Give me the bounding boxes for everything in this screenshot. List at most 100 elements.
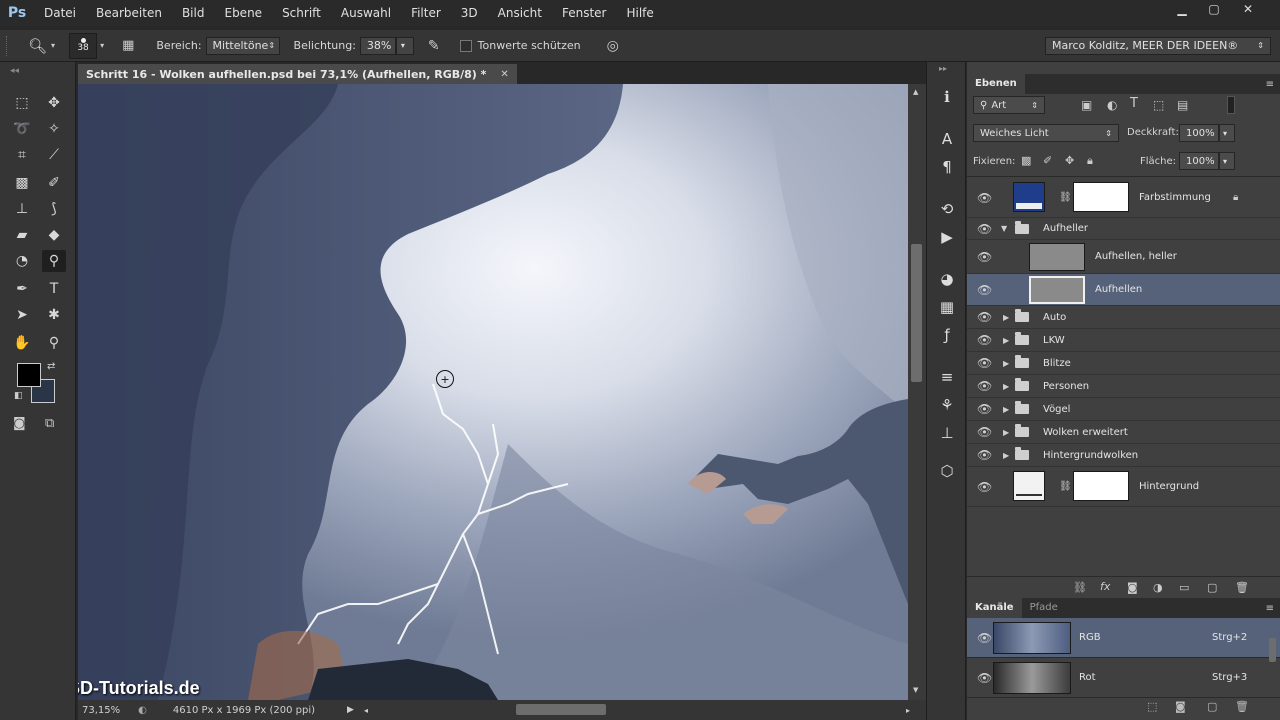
status-info-icon[interactable]: ◐ xyxy=(138,705,147,716)
visibility-eye-icon[interactable]: 👁︎ xyxy=(977,333,992,347)
menu-fenster[interactable]: Fenster xyxy=(552,0,617,26)
visibility-eye-icon[interactable]: 👁︎ xyxy=(977,250,992,264)
dodge-tool-button-icon[interactable]: ⚲ xyxy=(42,250,66,272)
layer-row-blitze[interactable]: 👁︎ ▶ Blitze xyxy=(967,352,1280,375)
fx-icon[interactable]: fx xyxy=(1100,580,1110,593)
channels-scroll-thumb[interactable] xyxy=(1269,638,1276,662)
blend-mode-select[interactable]: Weiches Licht ⇕ xyxy=(973,124,1119,142)
stamp-tool-icon[interactable]: ⊥ xyxy=(10,198,34,220)
filter-type-icon[interactable]: T xyxy=(1130,96,1138,111)
restore-icon[interactable]: ▢ xyxy=(1198,0,1230,18)
layer-row-aufheller[interactable]: 👁︎ ▼ Aufheller xyxy=(967,218,1280,240)
toolbox-collapse-icon[interactable]: ◂◂ xyxy=(10,66,19,76)
path-select-tool-icon[interactable]: ➤ xyxy=(10,304,34,326)
filter-smartobject-icon[interactable]: ▤ xyxy=(1177,98,1188,112)
mask-link-icon[interactable]: ⛓ xyxy=(1059,481,1072,492)
menu-filter[interactable]: Filter xyxy=(401,0,451,26)
protect-tones-checkbox[interactable] xyxy=(459,39,472,52)
character-panel-icon[interactable]: A xyxy=(935,128,959,150)
group-collapsed-icon[interactable]: ▶ xyxy=(1003,382,1009,391)
info-panel-icon[interactable]: ℹ xyxy=(935,86,959,108)
history-panel-icon[interactable]: ⟲ xyxy=(935,198,959,220)
group-collapsed-icon[interactable]: ▶ xyxy=(1003,359,1009,368)
eyedropper-tool-icon[interactable]: ⟋ xyxy=(42,144,66,166)
fill-dropdown[interactable]: ▾ xyxy=(1219,152,1235,170)
brush-tool-icon[interactable]: ✐ xyxy=(42,172,66,194)
brush-size-picker[interactable]: 38 xyxy=(69,32,98,59)
hscroll-left-icon[interactable]: ◂ xyxy=(364,706,368,715)
exposure-input[interactable]: 38% xyxy=(359,36,396,55)
healing-tool-icon[interactable]: ▩ xyxy=(10,172,34,194)
swap-colors-icon[interactable]: ⇄ xyxy=(47,361,55,372)
filter-toggle-switch[interactable] xyxy=(1227,96,1235,114)
screen-mode-icon[interactable]: ⧉ xyxy=(45,416,54,431)
menu-schrift[interactable]: Schrift xyxy=(272,0,331,26)
visibility-eye-icon[interactable]: 👁︎ xyxy=(977,448,992,462)
canvas[interactable]: + PSD-Tutorials.de xyxy=(78,84,908,700)
close-icon[interactable]: ✕ xyxy=(1232,0,1264,18)
styles-panel-icon[interactable]: ƒ xyxy=(935,324,959,346)
filter-adjustment-icon[interactable]: ◐ xyxy=(1107,98,1117,112)
layer-row-hintergrund[interactable]: 👁︎ ⛓ Hintergrund xyxy=(967,467,1280,507)
layer-row-hintergrundwolken[interactable]: 👁︎ ▶ Hintergrundwolken xyxy=(967,444,1280,467)
save-selection-icon[interactable]: ◙ xyxy=(1175,700,1186,713)
visibility-eye-icon[interactable]: 👁︎ xyxy=(977,631,992,645)
layer-row-aufhellen-selected[interactable]: 👁︎ Aufhellen xyxy=(967,274,1280,306)
layer-row-personen[interactable]: 👁︎ ▶ Personen xyxy=(967,375,1280,398)
new-channel-icon[interactable]: ▢ xyxy=(1207,700,1217,713)
history-brush-tool-icon[interactable]: ⟆ xyxy=(42,198,66,220)
filter-pixel-icon[interactable]: ▣ xyxy=(1081,98,1092,112)
mask-link-icon[interactable]: ⛓ xyxy=(1059,192,1072,203)
tool-preset-arrow-icon[interactable]: ▾ xyxy=(51,41,55,50)
layer-row-wolken-erweitert[interactable]: 👁︎ ▶ Wolken erweitert xyxy=(967,421,1280,444)
channel-row-rgb[interactable]: 👁︎ RGB Strg+2 xyxy=(967,618,1280,658)
opacity-input[interactable]: 100% xyxy=(1179,124,1219,142)
tab-pfade[interactable]: Pfade xyxy=(1022,598,1066,618)
shape-tool-icon[interactable]: ✱ xyxy=(42,304,66,326)
fill-input[interactable]: 100% xyxy=(1179,152,1219,170)
quick-select-tool-icon[interactable]: ✧ xyxy=(42,118,66,140)
crop-tool-icon[interactable]: ⌗ xyxy=(10,144,34,166)
3d-panel-icon[interactable]: ⬡ xyxy=(935,460,959,482)
eraser-tool-icon[interactable]: ▰ xyxy=(10,224,34,246)
group-collapsed-icon[interactable]: ▶ xyxy=(1003,405,1009,414)
layer-row-lkw[interactable]: 👁︎ ▶ LKW xyxy=(967,329,1280,352)
lock-all-icon[interactable]: 🔒︎ xyxy=(1087,154,1093,168)
horizontal-scroll-thumb[interactable] xyxy=(516,704,606,715)
dodge-tool-icon[interactable]: 🔍︎ xyxy=(28,37,47,55)
layer-row-auto[interactable]: 👁︎ ▶ Auto xyxy=(967,306,1280,329)
group-collapsed-icon[interactable]: ▶ xyxy=(1003,313,1009,322)
menu-ansicht[interactable]: Ansicht xyxy=(488,0,552,26)
marquee-tool-icon[interactable]: ⬚ xyxy=(10,92,34,114)
scroll-down-icon[interactable]: ▼ xyxy=(913,686,918,694)
link-layers-icon[interactable]: ⛓ xyxy=(1073,581,1087,594)
zoom-level[interactable]: 73,15% xyxy=(82,705,120,716)
paragraph-panel-icon[interactable]: ¶ xyxy=(935,156,959,178)
channel-row-rot[interactable]: 👁︎ Rot Strg+3 xyxy=(967,658,1280,698)
hand-tool-icon[interactable]: ✋ xyxy=(10,332,34,354)
clone-source-panel-icon[interactable]: ⊥ xyxy=(935,422,959,444)
layer-row-voegel[interactable]: 👁︎ ▶ Vögel xyxy=(967,398,1280,421)
scroll-up-icon[interactable]: ▲ xyxy=(913,88,918,96)
menu-3d[interactable]: 3D xyxy=(451,0,488,26)
menu-datei[interactable]: Datei xyxy=(34,0,86,26)
pen-tool-icon[interactable]: ✒ xyxy=(10,278,34,300)
pressure-icon[interactable]: ◎ xyxy=(607,38,619,54)
menu-ebene[interactable]: Ebene xyxy=(214,0,272,26)
swatches-panel-icon[interactable]: ◕ xyxy=(935,268,959,290)
delete-layer-icon[interactable]: 🗑︎ xyxy=(1235,581,1249,594)
protect-tones-toggle[interactable]: Tonwerte schützen xyxy=(459,39,581,52)
layers-panel-menu-icon[interactable]: ≡ xyxy=(1266,79,1274,90)
new-adjustment-icon[interactable]: ◑ xyxy=(1153,581,1163,594)
zoom-tool-icon[interactable]: ⚲ xyxy=(42,332,66,354)
layer-mask-thumbnail[interactable] xyxy=(1073,471,1129,501)
tab-kanaele[interactable]: Kanäle xyxy=(967,598,1022,618)
blur-tool-icon[interactable]: ◔ xyxy=(10,250,34,272)
hscroll-right-icon[interactable]: ▸ xyxy=(906,706,910,715)
lock-pixels-icon[interactable]: ✐ xyxy=(1043,154,1052,167)
range-select[interactable]: Mitteltöne ⇕ xyxy=(205,36,280,55)
visibility-eye-icon[interactable]: 👁︎ xyxy=(977,480,992,494)
group-collapsed-icon[interactable]: ▶ xyxy=(1003,428,1009,437)
status-menu-arrow-icon[interactable]: ▶ xyxy=(347,705,354,715)
layer-row-aufhellen-heller[interactable]: 👁︎ Aufhellen, heller xyxy=(967,240,1280,274)
